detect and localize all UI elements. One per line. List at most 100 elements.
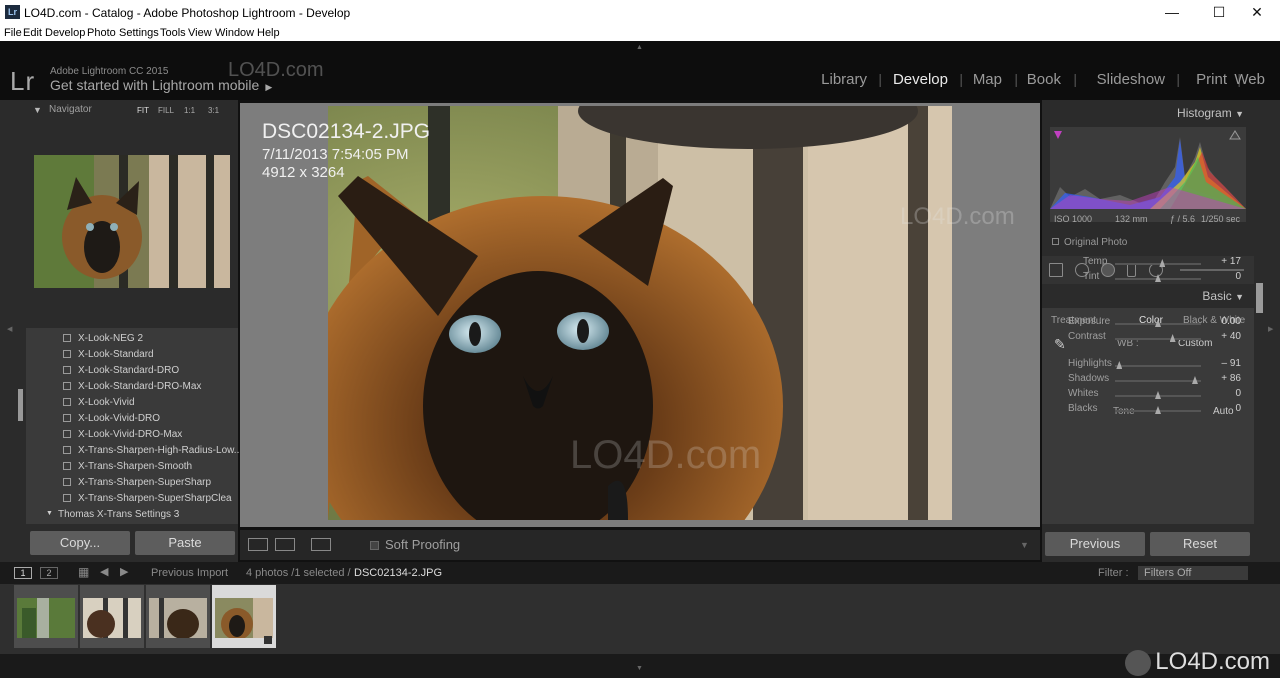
zoom-1-1[interactable]: 1:1 <box>184 106 195 115</box>
slider-thumb[interactable] <box>1169 334 1176 342</box>
film-thumbnail-selected[interactable] <box>212 585 276 648</box>
before-after-icon[interactable] <box>275 538 295 551</box>
slider-thumb[interactable] <box>1155 406 1161 414</box>
film-thumbnail[interactable] <box>146 585 210 648</box>
menu-settings[interactable]: Settings <box>119 27 159 39</box>
filter-dropdown[interactable]: Filters Off <box>1138 566 1248 580</box>
menu-window[interactable]: Window <box>215 27 254 39</box>
slider-track[interactable] <box>1115 406 1201 414</box>
slider-track[interactable] <box>1115 319 1201 327</box>
module-map[interactable]: Map <box>973 71 1002 88</box>
shutter-speed: 1/250 sec <box>1201 214 1241 224</box>
collapse-bottom-icon[interactable]: ▼ <box>636 665 643 672</box>
slider-thumb[interactable] <box>1116 361 1123 369</box>
collapse-right-icon[interactable]: ▶ <box>1268 325 1273 333</box>
preset-item[interactable]: X-Trans-Sharpen-SuperSharpClea <box>26 491 238 507</box>
preset-item[interactable]: X-Look-Vivid-DRO-Max <box>26 427 238 443</box>
module-develop[interactable]: Develop <box>893 71 948 88</box>
slider-track[interactable] <box>1115 361 1201 369</box>
toolbar-menu-icon[interactable]: ▼ <box>1020 540 1029 550</box>
module-library[interactable]: Library <box>821 71 867 88</box>
grid-view-icon[interactable]: ▦ <box>78 565 89 579</box>
photo-count: 4 photos /1 selected / <box>246 567 351 579</box>
slider-track[interactable] <box>1115 259 1201 267</box>
preset-item[interactable]: X-Trans-Sharpen-Smooth <box>26 459 238 475</box>
slider-value[interactable]: 0 <box>1201 388 1241 399</box>
forward-arrow-icon[interactable]: ▶ <box>120 565 128 578</box>
previous-button[interactable]: Previous <box>1045 532 1145 556</box>
preset-item[interactable]: X-Trans-Sharpen-High-Radius-Low... <box>26 443 242 459</box>
basic-header[interactable]: Basic ▼ <box>1202 289 1244 303</box>
menu-edit[interactable]: Edit <box>23 27 42 39</box>
slider-value[interactable]: + 86 <box>1201 373 1241 384</box>
navigator-preview[interactable] <box>34 155 230 288</box>
collapse-left-icon[interactable]: ◀ <box>7 325 12 333</box>
slider-value[interactable]: 0.00 <box>1201 316 1241 327</box>
source-label[interactable]: Previous Import <box>151 567 228 579</box>
preset-item[interactable]: X-Look-Standard <box>26 347 238 363</box>
menu-tools[interactable]: Tools <box>160 27 186 39</box>
navigator-header[interactable]: ▼ Navigator FIT FILL 1:1 3:1 <box>26 100 238 122</box>
preset-label: X-Look-Vivid-DRO-Max <box>78 429 183 440</box>
module-web[interactable]: Web <box>1234 71 1265 88</box>
slider-value[interactable]: + 40 <box>1201 331 1241 342</box>
slider-thumb[interactable] <box>1155 391 1161 399</box>
slider-thumb[interactable] <box>1191 376 1198 384</box>
loupe-view-icon[interactable] <box>248 538 268 551</box>
copy-button[interactable]: Copy... <box>30 531 130 555</box>
slider-value[interactable]: 0 <box>1201 403 1241 414</box>
preset-item[interactable]: X-Look-Vivid-DRO <box>26 411 238 427</box>
preset-item[interactable]: X-Look-Vivid <box>26 395 238 411</box>
collapse-top-icon[interactable]: ▲ <box>636 44 643 51</box>
screen-2-button[interactable]: 2 <box>40 567 58 579</box>
menu-develop[interactable]: Develop <box>45 27 85 39</box>
slider-track[interactable] <box>1115 274 1201 282</box>
slider-value[interactable]: 0 <box>1201 271 1241 282</box>
close-icon[interactable]: ✕ <box>1234 2 1280 24</box>
zoom-fill[interactable]: FILL <box>158 106 174 115</box>
menu-photo[interactable]: Photo <box>87 27 116 39</box>
slider-value[interactable]: – 91 <box>1201 358 1241 369</box>
before-after-split-icon[interactable] <box>311 538 331 551</box>
module-book[interactable]: Book <box>1027 71 1061 88</box>
slider-value[interactable]: + 17 <box>1201 256 1241 267</box>
basic-title: Basic <box>1202 289 1232 303</box>
film-thumbnail[interactable] <box>80 585 144 648</box>
film-thumbnail[interactable] <box>14 585 78 648</box>
thumbnail-image <box>215 598 273 638</box>
menu-help[interactable]: Help <box>257 27 280 39</box>
back-arrow-icon[interactable]: ◀ <box>100 565 108 578</box>
white-balance-picker-icon[interactable]: ✎ <box>1054 336 1066 353</box>
zoom-3-1[interactable]: 3:1 <box>208 106 219 115</box>
soft-proofing-toggle[interactable]: Soft Proofing <box>370 537 460 552</box>
original-photo-checkbox[interactable] <box>1052 238 1059 245</box>
slider-label: Shadows <box>1068 373 1110 384</box>
menu-file[interactable]: File <box>4 27 22 39</box>
preset-item[interactable]: X-Trans-Sharpen-SuperSharp <box>26 475 238 491</box>
graduated-filter-icon[interactable] <box>1127 263 1136 277</box>
module-separator: | <box>1014 71 1018 87</box>
minimize-icon[interactable]: — <box>1149 2 1195 24</box>
slider-label: Tint <box>1083 271 1100 282</box>
left-panel-scrollbar[interactable] <box>18 389 23 421</box>
module-slideshow[interactable]: Slideshow <box>1097 71 1165 88</box>
screen-1-button[interactable]: 1 <box>14 567 32 579</box>
menu-view[interactable]: View <box>188 27 212 39</box>
original-photo-toggle[interactable]: Original Photo <box>1052 237 1127 248</box>
paste-button[interactable]: Paste <box>135 531 235 555</box>
slider-track[interactable] <box>1115 376 1201 384</box>
module-print[interactable]: Print <box>1196 71 1227 88</box>
crop-icon[interactable] <box>1049 263 1063 277</box>
reset-button[interactable]: Reset <box>1150 532 1250 556</box>
histogram-header[interactable]: Histogram ▼ <box>1177 106 1244 120</box>
slider-track[interactable] <box>1115 391 1201 399</box>
preset-item[interactable]: X-Look-Standard-DRO <box>26 363 238 379</box>
zoom-fit[interactable]: FIT <box>137 106 149 115</box>
preset-item[interactable]: X-Look-Standard-DRO-Max <box>26 379 238 395</box>
preset-item[interactable]: X-Look-NEG 2 <box>26 331 238 347</box>
preset-folder[interactable]: ▼ Thomas X-Trans Settings 3 <box>26 507 238 523</box>
slider-track[interactable] <box>1115 334 1201 342</box>
right-panel-scrollbar[interactable] <box>1256 283 1263 313</box>
soft-proofing-checkbox[interactable] <box>370 541 379 551</box>
lo4d-watermark: LO4D.com <box>570 433 762 477</box>
